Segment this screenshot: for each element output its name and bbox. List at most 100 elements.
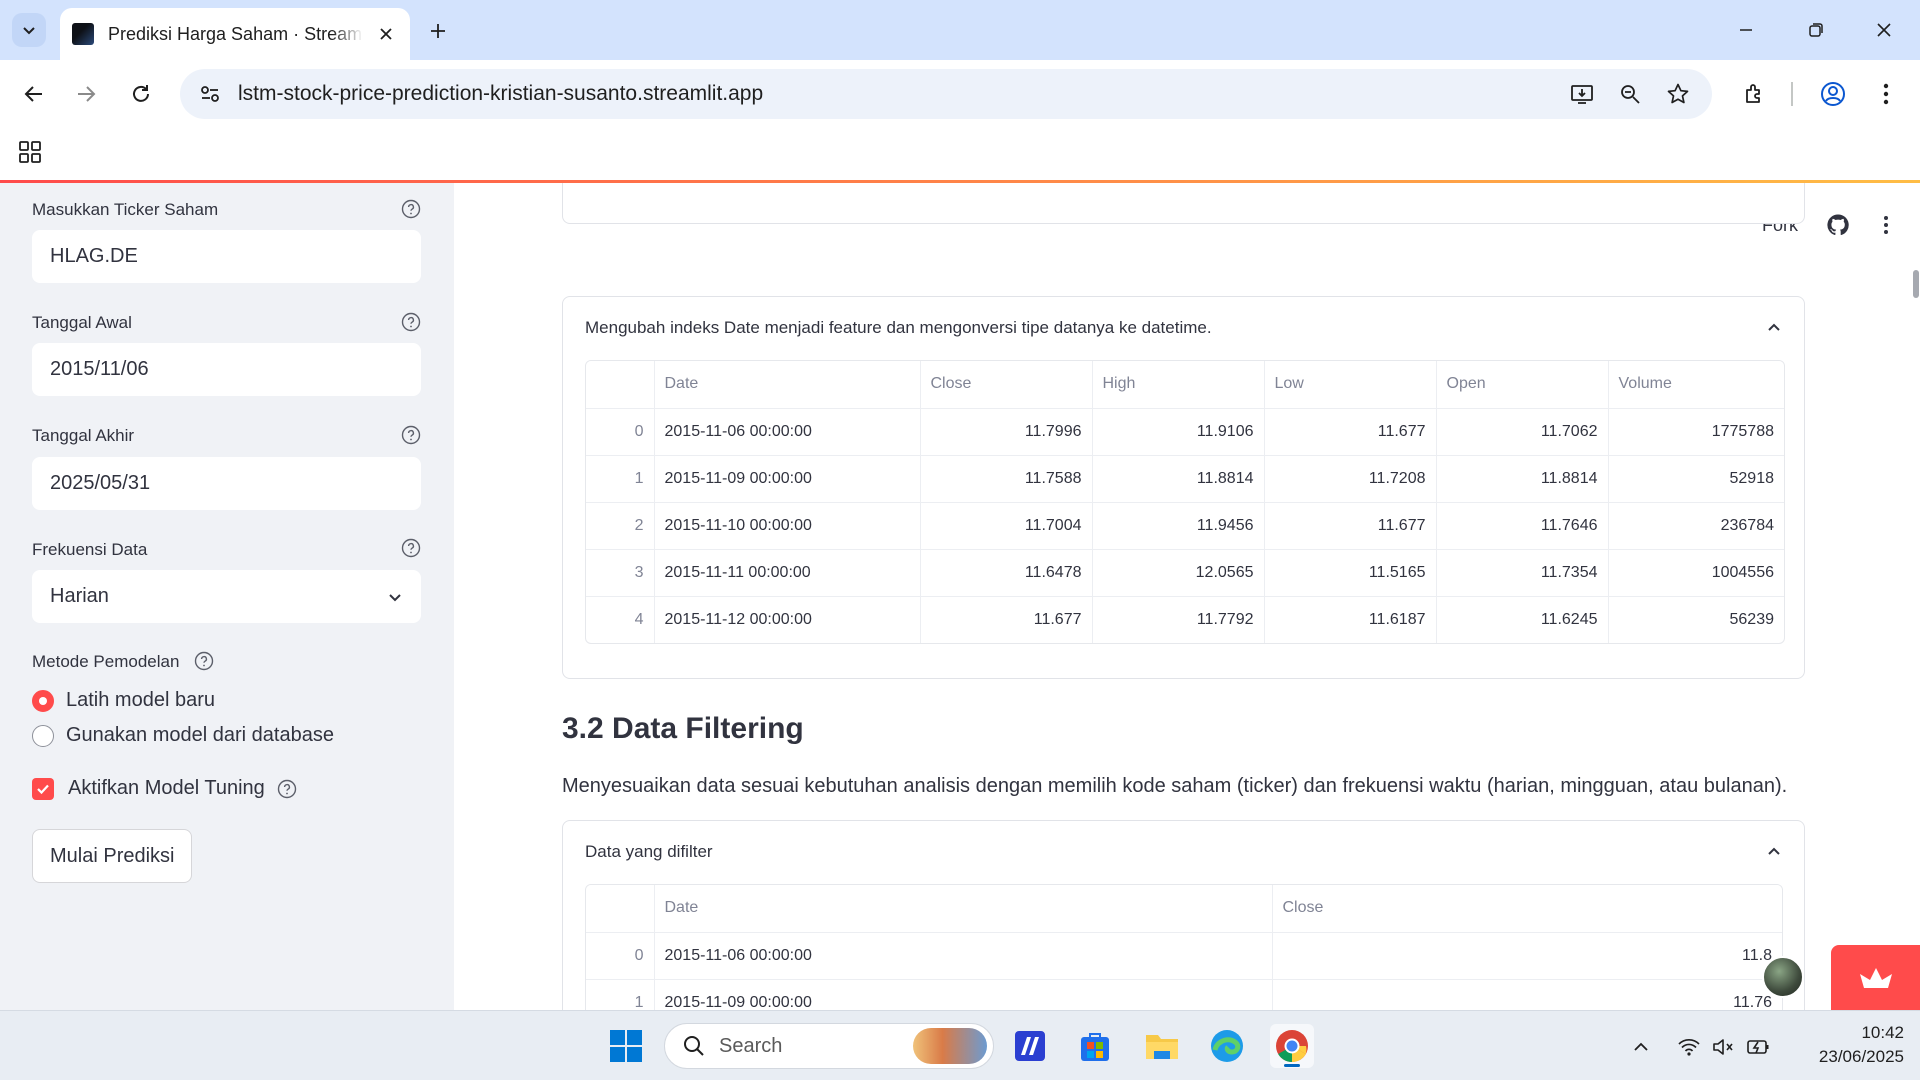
table-cell[interactable]: 11.9106 <box>1092 408 1265 456</box>
taskbar-app-explorer[interactable] <box>1140 1024 1184 1068</box>
streamlit-badge[interactable] <box>1831 945 1920 1010</box>
tab-search-button[interactable] <box>12 13 46 47</box>
close-tab-icon[interactable] <box>374 22 398 46</box>
wifi-icon[interactable] <box>1676 1034 1702 1060</box>
address-bar[interactable]: lstm-stock-price-prediction-kristian-sus… <box>180 69 1712 119</box>
row-index-cell[interactable]: 2 <box>586 502 655 550</box>
table-cell[interactable]: 11.677 <box>920 596 1093 643</box>
table-cell[interactable]: 2015-11-09 00:00:00 <box>654 979 1273 1010</box>
table-cell[interactable]: 11.76 <box>1272 979 1782 1010</box>
chevron-up-icon[interactable] <box>1766 844 1782 860</box>
frequency-select[interactable]: Harian <box>32 570 421 623</box>
taskbar-app-edge[interactable] <box>1205 1024 1249 1068</box>
page-scrollbar[interactable] <box>1913 270 1919 298</box>
column-header[interactable]: Date <box>654 361 921 409</box>
dataframe[interactable]: Date Close 0 2015-11-06 00:00:00 11.8 1 2015-… <box>585 884 1783 1010</box>
table-cell[interactable]: 11.7646 <box>1436 502 1609 550</box>
table-cell[interactable]: 11.8 <box>1272 932 1782 980</box>
help-icon[interactable] <box>400 311 422 333</box>
row-index-cell[interactable]: 1 <box>586 455 655 503</box>
table-cell[interactable]: 52918 <box>1608 455 1784 503</box>
column-header[interactable]: High <box>1092 361 1265 409</box>
table-cell[interactable]: 2015-11-10 00:00:00 <box>654 502 921 550</box>
table-cell[interactable]: 56239 <box>1608 596 1784 643</box>
index-column-header[interactable] <box>586 361 655 409</box>
help-icon[interactable] <box>400 198 422 220</box>
taskbar-app-store[interactable] <box>1073 1024 1117 1068</box>
table-cell[interactable]: 2015-11-06 00:00:00 <box>654 932 1273 980</box>
row-index-cell[interactable]: 3 <box>586 549 655 597</box>
table-cell[interactable]: 12.0565 <box>1092 549 1265 597</box>
table-cell[interactable]: 11.7062 <box>1436 408 1609 456</box>
table-cell[interactable]: 11.8814 <box>1436 455 1609 503</box>
start-prediction-button[interactable]: Mulai Prediksi <box>32 829 193 883</box>
table-cell[interactable]: 11.5165 <box>1264 549 1437 597</box>
tuning-checkbox[interactable]: Aktifkan Model Tuning <box>32 777 297 800</box>
column-header[interactable]: Open <box>1436 361 1609 409</box>
table-cell[interactable]: 2015-11-11 00:00:00 <box>654 549 921 597</box>
profile-button[interactable] <box>1815 76 1851 112</box>
table-cell[interactable]: 11.9456 <box>1092 502 1265 550</box>
help-icon[interactable] <box>400 537 422 559</box>
site-info-icon[interactable] <box>190 74 230 114</box>
table-cell[interactable]: 11.7792 <box>1092 596 1265 643</box>
table-cell[interactable]: 1775788 <box>1608 408 1784 456</box>
table-cell[interactable]: 2015-11-12 00:00:00 <box>654 596 921 643</box>
system-clock[interactable]: 10:42 23/06/2025 <box>1819 1021 1904 1069</box>
reload-button[interactable] <box>123 76 159 112</box>
start-date-input[interactable]: 2015/11/06 <box>32 343 421 396</box>
new-tab-button[interactable] <box>422 15 454 47</box>
install-app-icon[interactable] <box>1565 77 1599 111</box>
start-button[interactable] <box>604 1024 648 1068</box>
volume-muted-icon[interactable] <box>1710 1034 1736 1060</box>
column-header[interactable]: Close <box>1272 885 1782 933</box>
extensions-button[interactable] <box>1737 76 1773 112</box>
bookmark-star-icon[interactable] <box>1661 77 1695 111</box>
help-icon[interactable] <box>193 650 215 672</box>
table-cell[interactable]: 2015-11-06 00:00:00 <box>654 408 921 456</box>
github-icon[interactable] <box>1824 211 1852 239</box>
browser-tab-active[interactable]: Prediksi Harga Saham · Streamlit <box>60 8 410 60</box>
row-index-cell[interactable]: 4 <box>586 596 655 643</box>
table-cell[interactable]: 11.7354 <box>1436 549 1609 597</box>
index-column-header[interactable] <box>586 885 655 933</box>
dataframe[interactable]: Date Close High Low Open Volume 0 2015-11-06 0… <box>585 360 1785 644</box>
browser-menu-button[interactable] <box>1868 76 1904 112</box>
forward-button[interactable] <box>68 76 104 112</box>
expander-header[interactable]: Data yang difilter <box>563 821 1804 883</box>
table-cell[interactable]: 11.7208 <box>1264 455 1437 503</box>
restore-button[interactable] <box>1794 12 1838 48</box>
table-cell[interactable]: 11.7004 <box>920 502 1093 550</box>
table-cell[interactable]: 11.8814 <box>1092 455 1265 503</box>
end-date-input[interactable]: 2025/05/31 <box>32 457 421 510</box>
app-menu-icon[interactable] <box>1872 211 1900 239</box>
minimize-button[interactable] <box>1724 12 1768 48</box>
ticker-input[interactable]: HLAG.DE <box>32 230 421 283</box>
row-index-cell[interactable]: 0 <box>586 408 655 456</box>
battery-charging-icon[interactable] <box>1746 1034 1772 1060</box>
tray-chevron-up-icon[interactable] <box>1628 1034 1654 1060</box>
zoom-icon[interactable] <box>1613 77 1647 111</box>
taskbar-app-m365[interactable] <box>1008 1024 1052 1068</box>
column-header[interactable]: Volume <box>1608 361 1784 409</box>
row-index-cell[interactable]: 0 <box>586 932 655 980</box>
table-cell[interactable]: 11.677 <box>1264 502 1437 550</box>
table-cell[interactable]: 11.6478 <box>920 549 1093 597</box>
help-icon[interactable] <box>400 424 422 446</box>
table-cell[interactable]: 11.7996 <box>920 408 1093 456</box>
row-index-cell[interactable]: 1 <box>586 979 655 1010</box>
radio-option-database-model[interactable]: Gunakan model dari database <box>32 724 334 747</box>
column-header[interactable]: Close <box>920 361 1093 409</box>
help-icon[interactable] <box>277 779 297 799</box>
table-cell[interactable]: 11.7588 <box>920 455 1093 503</box>
expander-header[interactable]: Mengubah indeks Date menjadi feature dan… <box>563 297 1804 359</box>
taskbar-app-chrome[interactable] <box>1270 1024 1314 1068</box>
close-window-button[interactable] <box>1862 12 1906 48</box>
table-cell[interactable]: 11.6245 <box>1436 596 1609 643</box>
table-cell[interactable]: 1004556 <box>1608 549 1784 597</box>
table-cell[interactable]: 236784 <box>1608 502 1784 550</box>
radio-option-new-model[interactable]: Latih model baru <box>32 689 215 712</box>
column-header[interactable]: Low <box>1264 361 1437 409</box>
apps-grid-icon[interactable] <box>16 138 44 166</box>
column-header[interactable]: Date <box>654 885 1273 933</box>
